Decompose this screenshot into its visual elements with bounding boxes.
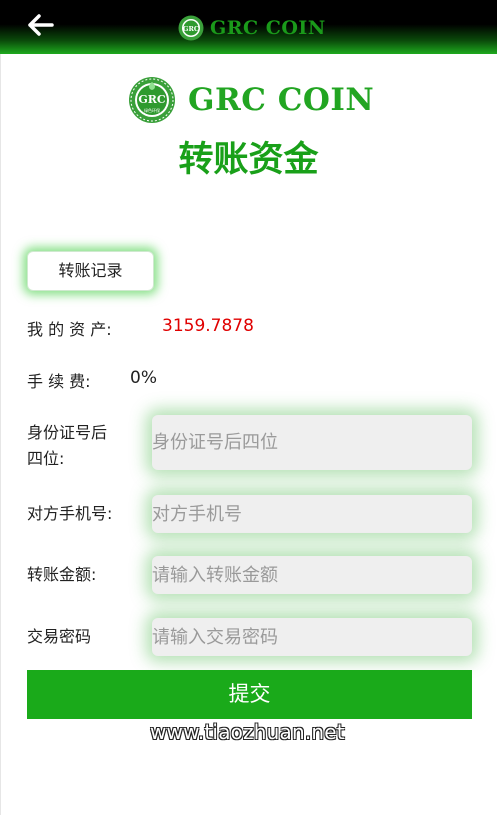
submit-button[interactable]: 提交 xyxy=(27,670,472,719)
svg-text:GRC: GRC xyxy=(138,93,166,106)
arrow-left-icon xyxy=(28,14,54,36)
transfer-record-button[interactable]: 转账记录 xyxy=(27,251,154,291)
transfer-amount-label: 转账金额: xyxy=(27,565,97,584)
trade-password-label: 交易密码 xyxy=(27,627,92,646)
id-last4-input[interactable] xyxy=(152,415,472,470)
recipient-phone-input[interactable] xyxy=(152,495,472,533)
id-last4-label: 身份证号后 四位: xyxy=(27,420,107,472)
brand-header: GRC 绿色环保 GRC COIN xyxy=(128,76,374,124)
trade-password-input[interactable] xyxy=(152,618,472,656)
fee-label: 手 续 费: xyxy=(27,372,91,391)
header-title: GRC COIN xyxy=(210,17,326,39)
recipient-phone-label: 对方手机号: xyxy=(27,504,113,523)
top-bar: GRC GRC COIN xyxy=(0,0,497,54)
grc-logo-icon: GRC 绿色环保 xyxy=(129,77,175,123)
transfer-amount-input[interactable] xyxy=(152,556,472,594)
id-last4-label-line2: 四位: xyxy=(27,449,65,468)
fee-value: 0% xyxy=(130,368,157,388)
back-button[interactable] xyxy=(28,14,58,40)
watermark: www.tiaozhuan.net xyxy=(150,720,345,744)
header-logo: GRC GRC COIN xyxy=(178,15,326,41)
id-last4-label-line1: 身份证号后 xyxy=(27,423,108,442)
assets-label: 我 的 资 产: xyxy=(27,320,112,339)
svg-text:GRC: GRC xyxy=(183,25,199,33)
assets-value: 3159.7878 xyxy=(162,316,254,336)
svg-text:绿色环保: 绿色环保 xyxy=(144,107,160,113)
brand-name: GRC COIN xyxy=(188,82,375,118)
grc-logo-icon: GRC xyxy=(178,15,204,41)
page-title: 转账资金 xyxy=(178,140,319,180)
